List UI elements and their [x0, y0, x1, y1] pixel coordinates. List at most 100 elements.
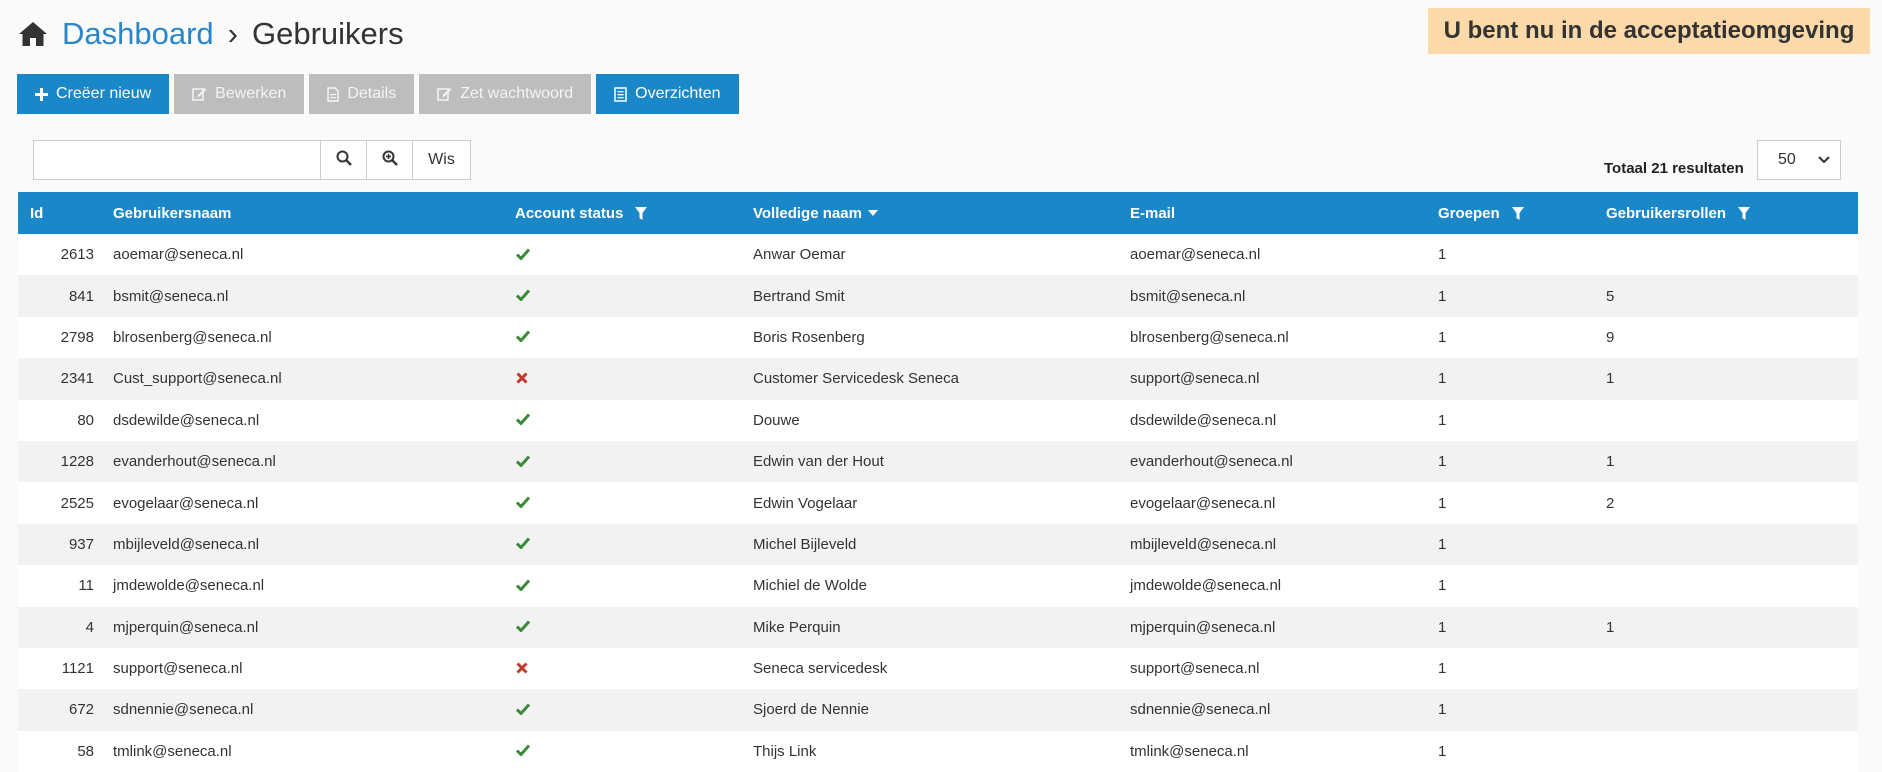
create-new-button[interactable]: Creëer nieuw	[17, 74, 170, 114]
cell-fullname: Edwin Vogelaar	[753, 494, 858, 512]
cell-groups: 1	[1438, 328, 1447, 346]
cell-email: jmdewolde@seneca.nl	[1130, 577, 1282, 595]
cell-status	[515, 565, 531, 606]
cell-groups: 1	[1438, 701, 1447, 719]
clear-search-button[interactable]: Wis	[413, 140, 471, 180]
cell-id: 1121	[61, 660, 94, 678]
table-row[interactable]: 672 sdnennie@seneca.nl Sjoerd de Nennie …	[18, 689, 1858, 731]
check-icon	[515, 245, 531, 265]
environment-banner: U bent nu in de acceptatieomgeving	[1428, 8, 1870, 54]
table-row[interactable]: 937 mbijleveld@seneca.nl Michel Bijlevel…	[18, 523, 1858, 566]
table-row[interactable]: 1121 support@seneca.nl Seneca servicedes…	[18, 647, 1858, 690]
cell-status	[515, 275, 531, 316]
cell-groups: 1	[1438, 535, 1447, 553]
cell-groups: 1	[1438, 660, 1447, 678]
table-row[interactable]: 4 mjperquin@seneca.nl Mike Perquin mjper…	[18, 606, 1858, 648]
cell-id: 4	[85, 618, 94, 636]
table-row[interactable]: 2525 evogelaar@seneca.nl Edwin Vogelaar …	[18, 482, 1858, 524]
cell-roles: 9	[1606, 328, 1615, 346]
cell-email: evogelaar@seneca.nl	[1130, 494, 1276, 512]
column-header-roles-label: Gebruikersrollen	[1606, 204, 1727, 222]
column-header-groups[interactable]: Groepen	[1438, 192, 1524, 234]
users-table: Id Gebruikersnaam Account status Volledi…	[18, 192, 1858, 772]
cell-roles: 1	[1606, 618, 1615, 636]
column-header-fullname[interactable]: Volledige naam	[753, 192, 878, 234]
search-bar: Wis	[33, 140, 471, 180]
cell-email: tmlink@seneca.nl	[1130, 742, 1249, 760]
set-password-button[interactable]: Zet wachtwoord	[419, 74, 592, 114]
cell-id: 1228	[60, 453, 94, 471]
table-header: Id Gebruikersnaam Account status Volledi…	[18, 192, 1858, 234]
cell-id: 672	[68, 701, 94, 719]
cell-groups: 1	[1438, 577, 1447, 595]
plus-icon	[35, 87, 48, 101]
cell-fullname: Michiel de Wolde	[753, 577, 867, 595]
cell-fullname: Sjoerd de Nennie	[753, 701, 869, 719]
home-icon[interactable]	[18, 20, 48, 48]
edit-button[interactable]: Bewerken	[174, 74, 305, 114]
table-body: 2613 aoemar@seneca.nl Anwar Oemar aoemar…	[18, 234, 1858, 772]
cell-status	[515, 524, 531, 565]
cell-username: evogelaar@seneca.nl	[113, 494, 259, 512]
cell-username: Cust_support@seneca.nl	[113, 370, 282, 388]
cell-status	[515, 607, 531, 648]
cell-groups: 1	[1438, 287, 1447, 305]
cell-fullname: Edwin van der Hout	[753, 453, 884, 471]
cell-fullname: Thijs Link	[753, 742, 817, 760]
cell-username: blrosenberg@seneca.nl	[113, 328, 272, 346]
page-size-value: 50	[1778, 151, 1796, 168]
cell-groups: 1	[1438, 411, 1447, 429]
filter-icon[interactable]	[1511, 206, 1524, 220]
cell-username: mjperquin@seneca.nl	[113, 618, 259, 636]
table-row[interactable]: 80 dsdewilde@seneca.nl Douwe dsdewilde@s…	[18, 399, 1858, 441]
sort-down-icon	[867, 210, 878, 216]
cell-id: 841	[68, 287, 94, 305]
cell-username: bsmit@seneca.nl	[113, 287, 229, 305]
table-row[interactable]: 11 jmdewolde@seneca.nl Michiel de Wolde …	[18, 565, 1858, 607]
set-password-label: Zet wachtwoord	[460, 85, 574, 102]
check-icon	[515, 576, 531, 596]
search-button[interactable]	[321, 140, 367, 180]
cell-email: blrosenberg@seneca.nl	[1130, 328, 1289, 346]
page-size-select[interactable]: 50	[1757, 140, 1841, 180]
filter-icon[interactable]	[1738, 206, 1751, 220]
column-header-roles[interactable]: Gebruikersrollen	[1606, 192, 1751, 234]
column-header-email[interactable]: E-mail	[1130, 192, 1175, 234]
cell-status	[515, 317, 531, 358]
filter-icon[interactable]	[635, 206, 648, 220]
cell-username: dsdewilde@seneca.nl	[113, 411, 260, 429]
check-icon	[515, 327, 531, 347]
table-row[interactable]: 1228 evanderhout@seneca.nl Edwin van der…	[18, 440, 1858, 483]
search-input[interactable]	[33, 140, 321, 180]
table-row[interactable]: 2613 aoemar@seneca.nl Anwar Oemar aoemar…	[18, 234, 1858, 276]
details-button[interactable]: Details	[309, 74, 415, 114]
breadcrumb-dashboard-link[interactable]: Dashboard	[62, 16, 214, 52]
cell-email: evanderhout@seneca.nl	[1130, 453, 1293, 471]
cell-groups: 1	[1438, 618, 1447, 636]
cell-username: tmlink@seneca.nl	[113, 742, 232, 760]
cell-groups: 1	[1438, 246, 1447, 264]
create-new-label: Creëer nieuw	[56, 85, 152, 102]
table-row[interactable]: 841 bsmit@seneca.nl Bertrand Smit bsmit@…	[18, 275, 1858, 317]
overviews-button[interactable]: Overzichten	[596, 74, 739, 114]
report-icon	[614, 86, 627, 102]
cell-status	[515, 400, 531, 441]
cell-username: jmdewolde@seneca.nl	[113, 577, 265, 595]
cell-email: support@seneca.nl	[1130, 660, 1260, 678]
column-header-id[interactable]: Id	[30, 192, 43, 234]
advanced-search-button[interactable]	[367, 140, 413, 180]
cell-status	[515, 234, 531, 275]
table-row[interactable]: 2798 blrosenberg@seneca.nl Boris Rosenbe…	[18, 316, 1858, 359]
cell-id: 2525	[60, 494, 94, 512]
cell-roles: 5	[1606, 287, 1615, 305]
column-header-username[interactable]: Gebruikersnaam	[113, 192, 231, 234]
table-row[interactable]: 2341 Cust_support@seneca.nl Customer Ser…	[18, 358, 1858, 400]
table-row[interactable]: 58 tmlink@seneca.nl Thijs Link tmlink@se…	[18, 730, 1858, 772]
cell-fullname: Customer Servicedesk Seneca	[753, 370, 959, 388]
cell-fullname: Seneca servicedesk	[753, 660, 888, 678]
cell-fullname: Douwe	[753, 411, 800, 429]
cell-email: sdnennie@seneca.nl	[1130, 701, 1271, 719]
edit-label: Bewerken	[215, 85, 287, 102]
column-header-status[interactable]: Account status	[515, 192, 648, 234]
check-icon	[515, 741, 531, 761]
